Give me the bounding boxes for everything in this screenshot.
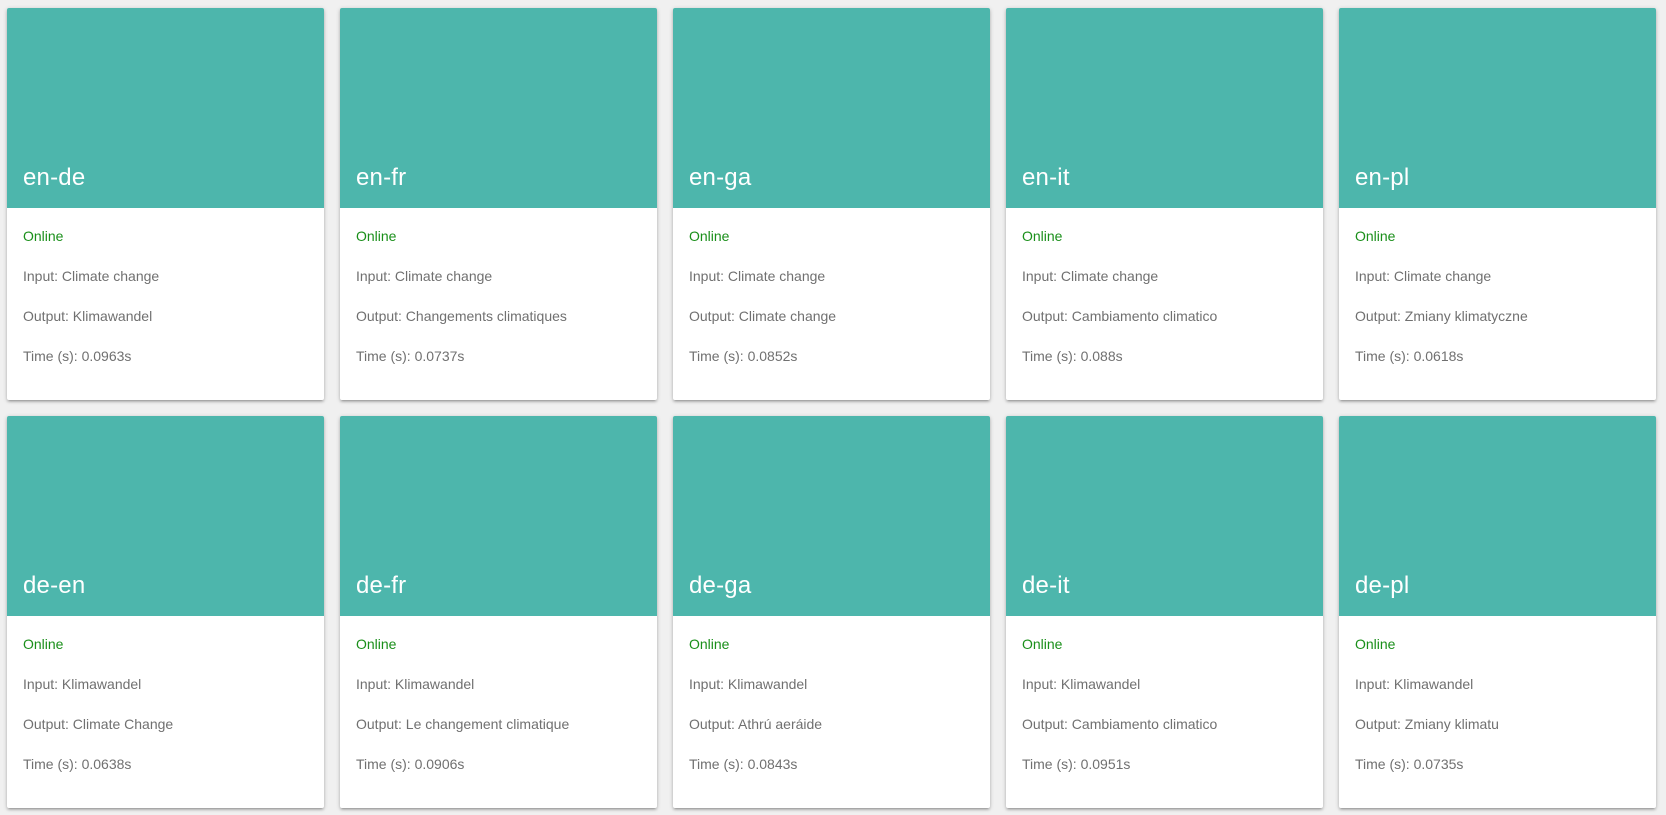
card-header: de-fr bbox=[340, 416, 657, 616]
translation-card[interactable]: de-pl Online Input: Klimawandel Output: … bbox=[1339, 416, 1656, 808]
card-content: Online Input: Klimawandel Output: Cambia… bbox=[1006, 616, 1323, 796]
status-text: Online bbox=[1022, 636, 1063, 652]
card-content: Online Input: Climate change Output: Cha… bbox=[340, 208, 657, 388]
card-header: en-de bbox=[7, 8, 324, 208]
output-text: Output: Athrú aeráide bbox=[689, 716, 823, 732]
status-text: Online bbox=[23, 636, 64, 652]
input-text: Input: Klimawandel bbox=[1022, 676, 1141, 692]
time-text: Time (s): 0.0735s bbox=[1355, 756, 1464, 772]
status-text: Online bbox=[689, 636, 730, 652]
input-text: Input: Klimawandel bbox=[1355, 676, 1474, 692]
card-content: Online Input: Klimawandel Output: Climat… bbox=[7, 616, 324, 796]
translation-card[interactable]: en-fr Online Input: Climate change Outpu… bbox=[340, 8, 657, 400]
status-text: Online bbox=[356, 636, 397, 652]
card-content: Online Input: Climate change Output: Kli… bbox=[7, 208, 324, 388]
card-header: en-it bbox=[1006, 8, 1323, 208]
output-text: Output: Cambiamento climatico bbox=[1022, 716, 1218, 732]
card-header: de-pl bbox=[1339, 416, 1656, 616]
translation-card[interactable]: en-it Online Input: Climate change Outpu… bbox=[1006, 8, 1323, 400]
translation-card[interactable]: en-de Online Input: Climate change Outpu… bbox=[7, 8, 324, 400]
card-header: de-it bbox=[1006, 416, 1323, 616]
card-title: de-en bbox=[23, 572, 86, 599]
time-text: Time (s): 0.0638s bbox=[23, 756, 132, 772]
translation-card[interactable]: de-en Online Input: Klimawandel Output: … bbox=[7, 416, 324, 808]
card-title: de-ga bbox=[689, 572, 752, 599]
time-text: Time (s): 0.0843s bbox=[689, 756, 798, 772]
status-text: Online bbox=[1355, 228, 1396, 244]
output-text: Output: Changements climatiques bbox=[356, 308, 567, 324]
output-text: Output: Climate change bbox=[689, 308, 837, 324]
card-title: de-it bbox=[1022, 572, 1070, 599]
time-text: Time (s): 0.0852s bbox=[689, 348, 798, 364]
input-text: Input: Climate change bbox=[689, 268, 826, 284]
card-content: Online Input: Klimawandel Output: Le cha… bbox=[340, 616, 657, 796]
status-text: Online bbox=[1355, 636, 1396, 652]
translation-card-grid: en-de Online Input: Climate change Outpu… bbox=[7, 8, 1656, 808]
translation-card[interactable]: de-fr Online Input: Klimawandel Output: … bbox=[340, 416, 657, 808]
card-header: en-ga bbox=[673, 8, 990, 208]
card-title: de-pl bbox=[1355, 572, 1410, 599]
card-content: Online Input: Climate change Output: Cli… bbox=[673, 208, 990, 388]
input-text: Input: Klimawandel bbox=[356, 676, 475, 692]
translation-card[interactable]: en-ga Online Input: Climate change Outpu… bbox=[673, 8, 990, 400]
card-header: en-pl bbox=[1339, 8, 1656, 208]
translation-card[interactable]: de-it Online Input: Klimawandel Output: … bbox=[1006, 416, 1323, 808]
translation-card[interactable]: de-ga Online Input: Klimawandel Output: … bbox=[673, 416, 990, 808]
time-text: Time (s): 0.088s bbox=[1022, 348, 1123, 364]
time-text: Time (s): 0.0963s bbox=[23, 348, 132, 364]
card-title: en-ga bbox=[689, 164, 752, 191]
output-text: Output: Cambiamento climatico bbox=[1022, 308, 1218, 324]
status-text: Online bbox=[356, 228, 397, 244]
input-text: Input: Climate change bbox=[1355, 268, 1492, 284]
input-text: Input: Klimawandel bbox=[23, 676, 142, 692]
time-text: Time (s): 0.0951s bbox=[1022, 756, 1131, 772]
status-text: Online bbox=[1022, 228, 1063, 244]
card-content: Online Input: Klimawandel Output: Zmiany… bbox=[1339, 616, 1656, 796]
card-header: de-en bbox=[7, 416, 324, 616]
card-title: en-pl bbox=[1355, 164, 1410, 191]
card-header: en-fr bbox=[340, 8, 657, 208]
time-text: Time (s): 0.0906s bbox=[356, 756, 465, 772]
input-text: Input: Klimawandel bbox=[689, 676, 808, 692]
time-text: Time (s): 0.0618s bbox=[1355, 348, 1464, 364]
card-title: en-fr bbox=[356, 164, 407, 191]
status-text: Online bbox=[23, 228, 64, 244]
card-content: Online Input: Klimawandel Output: Athrú … bbox=[673, 616, 990, 796]
card-title: en-de bbox=[23, 164, 86, 191]
input-text: Input: Climate change bbox=[1022, 268, 1159, 284]
input-text: Input: Climate change bbox=[23, 268, 160, 284]
output-text: Output: Klimawandel bbox=[23, 308, 153, 324]
card-content: Online Input: Climate change Output: Zmi… bbox=[1339, 208, 1656, 388]
output-text: Output: Le changement climatique bbox=[356, 716, 570, 732]
output-text: Output: Climate Change bbox=[23, 716, 174, 732]
card-title: de-fr bbox=[356, 572, 407, 599]
card-title: en-it bbox=[1022, 164, 1070, 191]
card-header: de-ga bbox=[673, 416, 990, 616]
translation-card[interactable]: en-pl Online Input: Climate change Outpu… bbox=[1339, 8, 1656, 400]
card-content: Online Input: Climate change Output: Cam… bbox=[1006, 208, 1323, 388]
output-text: Output: Zmiany klimatu bbox=[1355, 716, 1499, 732]
time-text: Time (s): 0.0737s bbox=[356, 348, 465, 364]
output-text: Output: Zmiany klimatyczne bbox=[1355, 308, 1528, 324]
input-text: Input: Climate change bbox=[356, 268, 493, 284]
status-text: Online bbox=[689, 228, 730, 244]
